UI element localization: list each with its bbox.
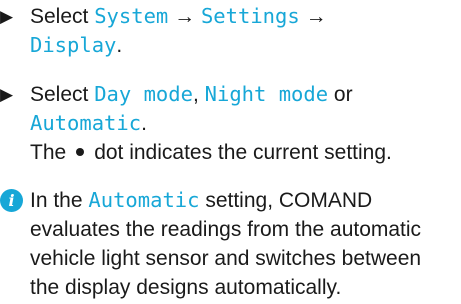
step1-line1: Select System → Settings →	[30, 4, 327, 28]
option-night-mode: Night mode	[204, 82, 329, 106]
note-line3: vehicle light sensor and switches betwee…	[30, 247, 422, 270]
bullet-arrow-icon: ▶	[0, 85, 14, 104]
arrow-icon: →	[174, 5, 196, 28]
step2-line1: Select Day mode, Night mode or	[30, 82, 353, 106]
option-automatic: Automatic	[30, 111, 142, 135]
note-line1: In the Automatic setting, COMAND	[30, 188, 373, 212]
note-line2: evaluates the readings from the automati…	[30, 218, 422, 241]
menu-display: Display	[30, 33, 117, 57]
bullet-arrow-icon: ▶	[0, 7, 14, 26]
step2-result: The dot indicates the current setting.	[30, 141, 392, 164]
menu-settings: Settings	[200, 4, 300, 28]
step-select-mode: ▶ Select Day mode, Night mode or Automat…	[0, 80, 461, 170]
step1-line2: Display.	[30, 33, 123, 57]
arrow-icon: →	[305, 5, 327, 28]
note-line4: the display designs automatically.	[30, 276, 342, 299]
selected-dot-icon	[76, 148, 85, 157]
option-day-mode: Day mode	[94, 82, 193, 106]
menu-system: System	[94, 4, 169, 28]
info-note: i In the Automatic setting, COMAND evalu…	[0, 186, 461, 304]
info-icon: i	[0, 189, 23, 212]
step2-line2: Automatic.	[30, 111, 147, 135]
option-automatic-ref: Automatic	[88, 188, 200, 212]
step-select-display-menu: ▶ Select System → Settings → Display.	[0, 2, 461, 62]
